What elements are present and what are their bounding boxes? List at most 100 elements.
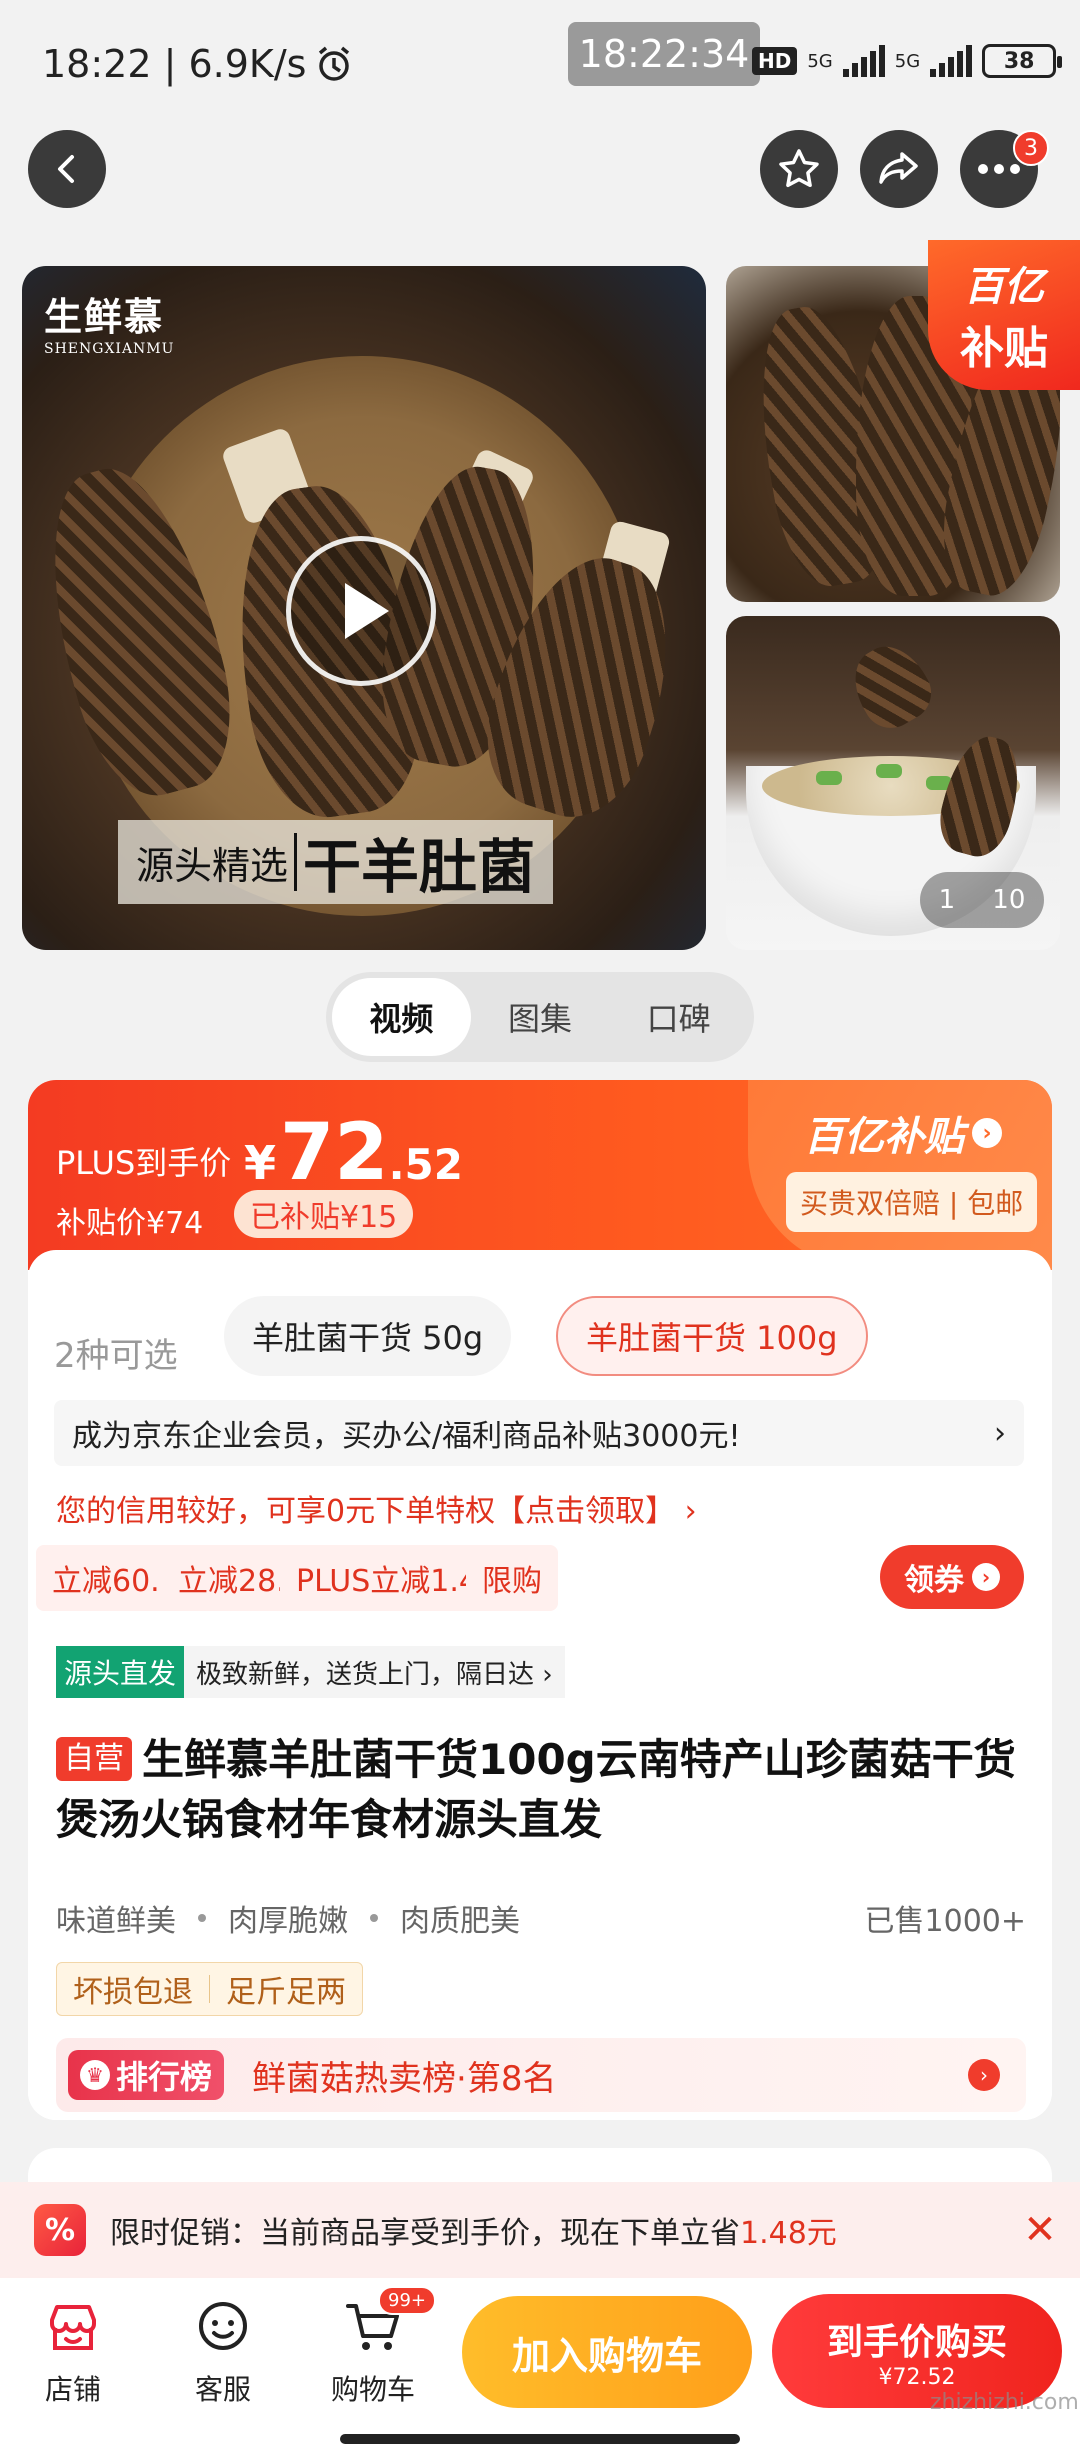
price-integer: 72 [280, 1108, 389, 1198]
signal-icon-1 [842, 45, 885, 77]
billion-subsidy-title: 百亿补贴 [804, 1114, 964, 1160]
product-info-card: PLUS到手价 ¥ 72 .52 补贴价¥74 已补贴¥15 百亿补贴 › 买贵… [28, 1080, 1052, 2120]
option-100g[interactable]: 羊肚菌干货 100g [556, 1296, 868, 1376]
morel-image [840, 633, 942, 739]
status-time-speed: 18:22 | 6.9K/s [42, 42, 354, 86]
price-currency: ¥ [244, 1136, 277, 1190]
chevron-right-icon: › [968, 2059, 1000, 2091]
tab-reviews[interactable]: 口碑 [609, 978, 748, 1056]
main-product-video[interactable]: 生鲜慕 SHENGXIANMU 源头精选 干羊肚菌 [22, 266, 706, 950]
buy-now-price: ¥72.52 [878, 2364, 956, 2390]
cart-icon: 99+ [342, 2286, 436, 2358]
service-button[interactable]: 客服 [168, 2296, 278, 2408]
notification-badge: 3 [1013, 130, 1049, 166]
close-icon[interactable]: ✕ [1014, 2204, 1066, 2256]
share-icon [879, 152, 918, 184]
cart-button[interactable]: 99+ 购物车 [318, 2286, 436, 2408]
caption-main: 干羊肚菌 [303, 833, 536, 901]
enterprise-text: 成为京东企业会员，买办公/福利商品补贴3000元! [72, 1419, 741, 1454]
product-gallery[interactable]: 生鲜慕 SHENGXIANMU 源头精选 干羊肚菌 [0, 240, 1080, 958]
subsidy-price: 补贴价¥74 [56, 1206, 204, 1241]
get-coupon-button[interactable]: 领券 › [880, 1545, 1024, 1609]
subsidy-badge-line2: 补贴 [960, 323, 1048, 374]
options-label: 2种可选 [54, 1336, 178, 1376]
chevron-right-icon: › [972, 1563, 1000, 1591]
bullet-dot [370, 1914, 378, 1922]
guarantee-2: 足斤足两 [226, 1975, 346, 2010]
feature-1: 味道鲜美 [56, 1904, 176, 1939]
ranking-row[interactable]: ♛ 排行榜 鲜菌菇热卖榜·第8名 › [56, 2038, 1026, 2112]
ranking-tag: ♛ 排行榜 [68, 2050, 225, 2100]
trophy-icon: ♛ [80, 2060, 110, 2090]
ranking-tag-label: 排行榜 [116, 2058, 213, 2096]
greens-image [876, 764, 902, 778]
ranking-text: 鲜菌菇热卖榜·第8名 [252, 2058, 557, 2099]
product-title: 生鲜慕羊肚菌干货100g云南特产山珍菌菇干货煲汤火锅食材年食材源头直发 [56, 1735, 1016, 1844]
shop-icon [42, 2296, 104, 2358]
tab-video[interactable]: 视频 [332, 978, 471, 1056]
guarantee-tags[interactable]: 坏损包退 足斤足两 [56, 1962, 363, 2016]
cart-count-badge: 99+ [378, 2286, 436, 2315]
subsidy-amount-pill: 已补贴¥15 [234, 1190, 414, 1238]
network-5g-1: 5G [807, 50, 833, 72]
buy-now-label: 到手价购买 [826, 2321, 1007, 2363]
chevron-right-icon: › [994, 1415, 1006, 1451]
brand-name-cn: 生鲜慕 [44, 294, 165, 339]
share-button[interactable] [860, 130, 938, 208]
price-decimal: .52 [388, 1140, 463, 1189]
caption-divider [294, 833, 298, 891]
hd-badge: HD [752, 47, 798, 75]
image-counter-current: 1 [938, 885, 956, 915]
coupon-limit[interactable]: 限购 [466, 1545, 558, 1611]
back-button[interactable] [28, 130, 106, 208]
tab-gallery[interactable]: 图集 [471, 978, 610, 1056]
favorite-button[interactable] [760, 130, 838, 208]
bullet-dot [198, 1914, 206, 1922]
promo-amount: 1.48元 [740, 2216, 837, 2251]
source-direct-row[interactable]: 源头直发 极致新鲜，送货上门，隔日达 › [56, 1646, 565, 1698]
network-5g-2: 5G [894, 50, 921, 72]
battery-level: 38 [1003, 48, 1035, 74]
customer-service-icon [192, 2296, 254, 2358]
feature-row: 味道鲜美 肉厚脆嫩 肉质肥美 已售1000+ [56, 1896, 1026, 1940]
promo-text-prefix: 限时促销：当前商品享受到手价，现在下单立省 [110, 2216, 740, 2251]
promo-banner[interactable]: % 限时促销：当前商品享受到手价，现在下单立省1.48元 ✕ [0, 2182, 1080, 2278]
more-dots-icon [978, 164, 1020, 174]
alarm-icon [319, 46, 350, 81]
image-counter: 1 10 [920, 872, 1044, 928]
product-title-block: 自营 生鲜慕羊肚菌干货100g云南特产山珍菌菇干货煲汤火锅食材年食材源头直发 [56, 1730, 1026, 1850]
brand-watermark: 生鲜慕 SHENGXIANMU [44, 286, 174, 357]
signal-icon-2 [930, 45, 973, 77]
star-icon [779, 149, 819, 188]
caption-prefix: 源头精选 [136, 843, 289, 888]
image-caption: 源头精选 干羊肚菌 [118, 820, 554, 904]
shop-button[interactable]: 店铺 [18, 2296, 128, 2408]
battery-icon: 38 [982, 44, 1063, 78]
status-indicators: HD 5G 5G 38 [752, 44, 1063, 78]
status-left-text: 18:22 | 6.9K/s [42, 42, 307, 86]
site-watermark: zhizhizhi.com [930, 2390, 1079, 2415]
billion-subsidy-link[interactable]: 百亿补贴 › [804, 1104, 1002, 1162]
play-icon[interactable] [286, 536, 436, 686]
brand-name-en: SHENGXIANMU [44, 341, 175, 357]
back-arrow-icon [58, 155, 74, 183]
home-indicator[interactable] [340, 2434, 740, 2444]
source-direct-tag: 源头直发 [56, 1646, 185, 1698]
feature-3: 肉质肥美 [400, 1904, 520, 1939]
credit-link[interactable]: 您的信用较好，可享0元下单特权【点击领取】 › [56, 1486, 697, 1530]
guarantee-1: 坏损包退 [73, 1975, 193, 2010]
add-to-cart-button[interactable]: 加入购物车 [462, 2296, 752, 2408]
feature-2: 肉厚脆嫩 [228, 1904, 348, 1939]
subsidy-badge: 百亿 补贴 [928, 240, 1080, 390]
cart-label: 购物车 [330, 2373, 415, 2406]
price-header: PLUS到手价 ¥ 72 .52 补贴价¥74 已补贴¥15 百亿补贴 › 买贵… [28, 1080, 1052, 1270]
option-50g[interactable]: 羊肚菌干货 50g [224, 1296, 512, 1376]
chevron-right-icon: › [972, 1118, 1002, 1148]
enterprise-banner[interactable]: 成为京东企业会员，买办公/福利商品补贴3000元! › [54, 1400, 1024, 1466]
subsidy-badge-line1: 百亿 [964, 264, 1044, 310]
promo-text: 限时促销：当前商品享受到手价，现在下单立省1.48元 [110, 2208, 837, 2252]
greens-image [816, 771, 842, 785]
guarantee-pill: 买贵双倍赔 | 包邮 [786, 1172, 1038, 1232]
status-bar: 18:22 | 6.9K/s 18:22:34 HD 5G 5G 38 [0, 0, 1080, 130]
service-label: 客服 [194, 2373, 251, 2406]
